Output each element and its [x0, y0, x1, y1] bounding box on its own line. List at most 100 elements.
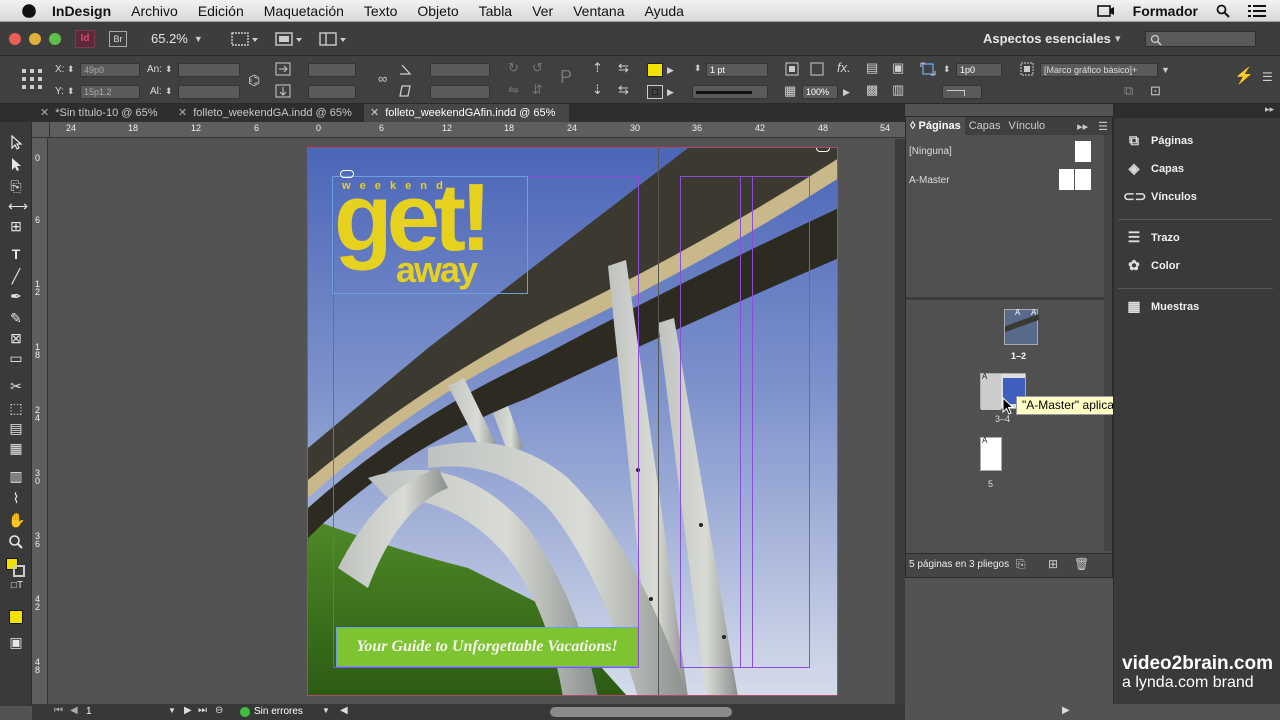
document-vertical-scrollbar[interactable] [895, 139, 905, 704]
tab-folleto-weekendga[interactable]: ✕ folleto_weekendGA.indd @ 65% [172, 104, 362, 122]
apply-color-swatch[interactable] [9, 610, 23, 624]
page-dropdown-icon[interactable]: ▼ [168, 706, 176, 715]
fill-dropdown-icon[interactable]: ▶ [667, 63, 674, 77]
vertical-ruler[interactable]: 0 6 12 18 24 30 36 42 48 [32, 138, 48, 706]
x-stepper-icon[interactable]: ⬍ [67, 62, 75, 76]
flip-v-icon[interactable]: ⇵ [532, 83, 543, 97]
scroll-left-icon[interactable]: ◀ [340, 705, 348, 716]
pen-tool-icon[interactable]: ✒ [8, 288, 24, 304]
last-page-icon[interactable]: ⏭ [198, 705, 207, 716]
menu-tabla[interactable]: Tabla [479, 3, 512, 19]
y-field[interactable]: 15p1.2 [80, 85, 140, 99]
minimize-window-button[interactable] [29, 32, 41, 45]
menu-ayuda[interactable]: Ayuda [645, 3, 684, 19]
tab-links[interactable]: Vínculo [1004, 120, 1049, 132]
fill-frame-icon[interactable] [810, 62, 824, 76]
formatting-affects-icon[interactable]: □T [4, 578, 30, 594]
reference-point-icon[interactable] [21, 68, 43, 90]
apple-icon[interactable] [22, 3, 36, 18]
content-collector-icon[interactable]: ⊞ [8, 218, 24, 234]
height-field[interactable] [178, 85, 240, 99]
menu-ventana[interactable]: Ventana [573, 3, 624, 19]
object-style-dropdown[interactable]: [Marco gráfico básico]+ [1040, 63, 1158, 77]
dock-collapse-icon[interactable]: ▸▸ [1265, 104, 1274, 115]
menubar-user[interactable]: Formador [1133, 3, 1198, 19]
opacity-field[interactable]: 100% [802, 85, 838, 99]
tab-folleto-weekendgafin[interactable]: ✕ folleto_weekendGAfin.indd @ 65% [364, 104, 569, 122]
stroke-dropdown-icon[interactable]: ▶ [667, 85, 674, 99]
dock-item-swatches[interactable]: ▦ Muestras [1123, 298, 1199, 315]
next-page-icon[interactable]: ▶ [184, 705, 192, 716]
close-tab-icon[interactable]: ✕ [178, 107, 187, 119]
stroke-weight-field[interactable]: 1 pt [706, 63, 768, 77]
master-none-thumbnail[interactable] [1075, 141, 1091, 162]
tab-sin-titulo[interactable]: ✕ *Sin título-10 @ 65% [34, 104, 170, 122]
tab-pages[interactable]: ◊ Páginas [906, 117, 965, 135]
dock-item-pages[interactable]: ⧉ Páginas [1123, 132, 1193, 149]
eyedropper-tool-icon[interactable]: ⌇ [8, 490, 24, 506]
horizontal-scrollbar-thumb[interactable] [550, 707, 732, 717]
rotate-ccw-icon[interactable]: ↺ [532, 61, 543, 75]
panel-expand-icon[interactable]: ▸▸ [1077, 120, 1088, 133]
fill-swatch[interactable] [647, 63, 663, 77]
pasteboard[interactable]: w e e k e n d get! away Your Guide to Un… [49, 139, 895, 704]
width-field[interactable] [178, 63, 240, 77]
dock-item-links[interactable]: ⊂⊃ Vínculos [1123, 188, 1197, 205]
workspace-switcher[interactable]: Aspectos esenciales [983, 31, 1111, 46]
link-icon[interactable] [340, 170, 354, 178]
note-tool-icon[interactable]: ▥ [8, 468, 24, 484]
free-transform-tool-icon[interactable]: ⬚ [8, 400, 24, 416]
menu-archivo[interactable]: Archivo [131, 3, 178, 19]
effects-fx-icon[interactable]: fx. [837, 61, 851, 75]
spread-1-2-thumbnail[interactable]: A A [1004, 308, 1039, 345]
object-style-arrow-icon[interactable]: ▼ [1161, 63, 1170, 77]
wrap-around-icon[interactable]: ▣ [892, 61, 904, 75]
type-tool-icon[interactable]: T [8, 246, 24, 262]
spotlight-search-icon[interactable] [1216, 4, 1230, 18]
delete-page-icon[interactable]: 🗑 [1074, 557, 1089, 571]
menu-maquetacion[interactable]: Maquetación [264, 3, 344, 19]
zoom-dropdown-icon[interactable]: ▼ [194, 34, 203, 44]
wrap-style-icon[interactable]: ⊡ [1150, 84, 1161, 98]
rectangle-tool-icon[interactable]: ▭ [8, 350, 24, 366]
link-icon[interactable] [816, 148, 830, 152]
preflight-status[interactable]: Sin errores [254, 706, 303, 717]
select-next-icon[interactable]: ⇆ [618, 83, 629, 97]
preflight-dropdown-icon[interactable]: ▼ [322, 706, 330, 715]
select-content-icon[interactable]: ⇣ [592, 83, 603, 97]
screen-record-icon[interactable] [1096, 4, 1115, 18]
page-size-icon[interactable]: ⎘ [1016, 557, 1026, 572]
frame-offset-stepper-icon[interactable]: ⬍ [943, 62, 951, 76]
fill-stroke-swatches[interactable] [6, 558, 26, 578]
view-options-icon[interactable] [231, 31, 259, 47]
preflight-status-icon[interactable] [240, 707, 250, 717]
panel-menu-icon[interactable]: ☰ [1098, 120, 1108, 133]
close-tab-icon[interactable]: ✕ [370, 107, 379, 119]
tab-layers[interactable]: Capas [965, 120, 1005, 132]
quick-apply-lightning-icon[interactable]: ⚡ [1234, 69, 1254, 85]
scale-x-field[interactable] [308, 63, 356, 77]
screen-mode-tool-icon[interactable]: ▣ [8, 634, 24, 650]
scale-y-field[interactable] [308, 85, 356, 99]
page-number-field[interactable]: 1 [86, 706, 92, 717]
constrain-proportions-icon[interactable]: ⌬ [248, 73, 260, 87]
scissors-tool-icon[interactable]: ✂ [8, 378, 24, 394]
master-a-thumbnail[interactable] [1059, 169, 1091, 190]
new-page-icon[interactable]: ⊞ [1048, 557, 1058, 571]
tagline-banner[interactable]: Your Guide to Unforgettable Vacations! [336, 627, 638, 667]
select-container-icon[interactable]: ⇡ [592, 61, 603, 75]
screen-mode-icon[interactable] [275, 31, 303, 47]
wrap-shape-icon[interactable]: ▩ [866, 83, 878, 97]
zoom-window-button[interactable] [49, 32, 61, 45]
gradient-swatch-tool-icon[interactable]: ▤ [8, 420, 24, 436]
height-stepper-icon[interactable]: ⬍ [165, 84, 173, 98]
direct-selection-tool-icon[interactable] [8, 156, 24, 172]
frame-offset-field[interactable]: 1p0 [956, 63, 1002, 77]
pencil-tool-icon[interactable]: ✎ [8, 310, 24, 326]
frame-fitting-icon[interactable] [785, 62, 799, 76]
zoom-level[interactable]: 65.2% [151, 31, 188, 46]
rotate-cw-icon[interactable]: ↻ [508, 61, 519, 75]
clear-overrides-icon[interactable]: ⧉ [1124, 84, 1133, 98]
flip-h-icon[interactable]: ⇋ [508, 83, 519, 97]
menu-ver[interactable]: Ver [532, 3, 553, 19]
